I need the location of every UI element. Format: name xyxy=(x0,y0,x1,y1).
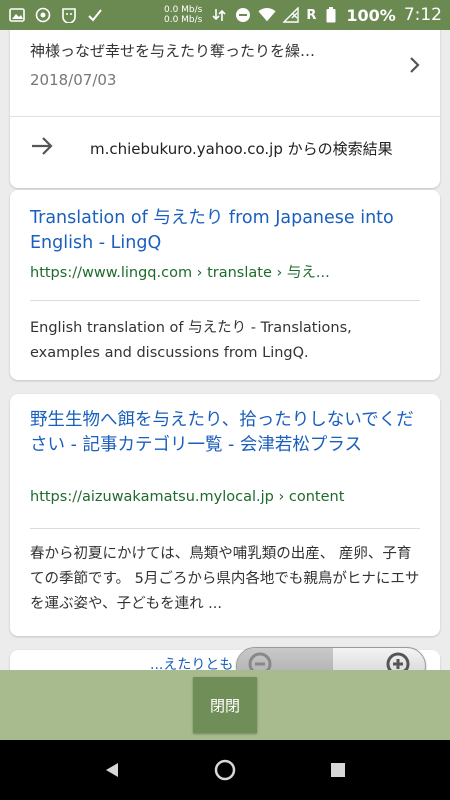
result-url: https://aizuwakamatsu.mylocal.jp › conte… xyxy=(30,489,345,505)
divider xyxy=(30,528,420,529)
navigation-bar xyxy=(0,740,450,800)
zoom-out-icon xyxy=(248,652,272,670)
back-button[interactable] xyxy=(100,758,124,782)
clock: 7:12 xyxy=(403,5,442,25)
arrow-right-icon xyxy=(30,136,54,160)
check-list-icon xyxy=(86,6,104,24)
close-button[interactable]: 閉閉 xyxy=(193,677,257,733)
battery-icon xyxy=(322,6,340,24)
result-snippet: English translation of 与えたり - Translatio… xyxy=(30,320,352,361)
zoom-in-button[interactable] xyxy=(331,648,425,670)
recents-square-icon xyxy=(331,763,345,777)
divider xyxy=(10,116,440,117)
gallery-icon xyxy=(8,6,26,24)
result-card: Translation of 与えたり from Japanese into E… xyxy=(10,190,440,380)
record-icon xyxy=(34,6,52,24)
action-bar: 閉閉 xyxy=(0,670,450,740)
qa-card: 神様っなぜ幸せを与えたり奪ったりを繰… 2018/07/03 m.chiebuk… xyxy=(10,30,440,188)
back-triangle-icon xyxy=(106,763,118,777)
qa-item[interactable]: 神様っなぜ幸せを与えたり奪ったりを繰… 2018/07/03 xyxy=(30,40,420,100)
result-snippet: 春から初夏にかけては、鳥類や哺乳類の出産、 産卵、子育ての季節です。 5月ごろか… xyxy=(30,546,420,612)
more-results-link[interactable]: m.chiebukuro.yahoo.co.jp からの検索結果 xyxy=(30,128,430,168)
network-speed: 0.0 Mb/s 0.0 Mb/s xyxy=(164,5,202,25)
more-results-label: m.chiebukuro.yahoo.co.jp からの検索結果 xyxy=(90,139,393,158)
qa-item-title: 神様っなぜ幸せを与えたり奪ったりを繰… xyxy=(30,42,316,60)
no-signal-icon xyxy=(282,6,300,24)
result-url: https://www.lingq.com › translate › 与え..… xyxy=(30,265,330,281)
network-up-speed: 0.0 Mb/s xyxy=(163,5,203,15)
zoom-out-button[interactable] xyxy=(237,648,333,670)
home-circle-icon xyxy=(214,759,236,781)
zoom-control xyxy=(236,647,426,670)
status-bar: 0.0 Mb/s 0.0 Mb/s R 100% 7:12 xyxy=(0,0,450,30)
app-face-icon xyxy=(60,6,78,24)
search-results[interactable]: 神様っなぜ幸せを与えたり奪ったりを繰… 2018/07/03 m.chiebuk… xyxy=(0,30,450,670)
chevron-right-icon xyxy=(408,56,420,78)
home-button[interactable] xyxy=(213,758,237,782)
wifi-icon xyxy=(258,6,276,24)
result-card: 野生生物へ餌を与えたり、拾ったりしないでください - 記事カテゴリ一覧 - 会津… xyxy=(10,394,440,636)
divider xyxy=(30,300,420,301)
zoom-in-icon xyxy=(386,652,410,670)
do-not-disturb-icon xyxy=(234,6,252,24)
result-title-link[interactable]: Translation of 与えたり from Japanese into E… xyxy=(30,206,430,256)
recents-button[interactable] xyxy=(326,758,350,782)
data-transfer-icon xyxy=(210,6,228,24)
network-down-speed: 0.0 Mb/s xyxy=(163,15,203,25)
battery-percent: 100% xyxy=(346,5,396,25)
roaming-indicator: R xyxy=(306,7,317,23)
qa-item-date: 2018/07/03 xyxy=(30,71,117,89)
result-title-link[interactable]: 野生生物へ餌を与えたり、拾ったりしないでください - 記事カテゴリ一覧 - 会津… xyxy=(30,408,430,458)
